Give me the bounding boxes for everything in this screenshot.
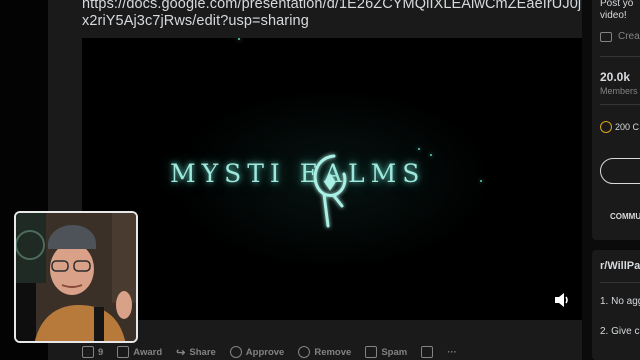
crescent-emblem-icon (313, 154, 347, 228)
post-action-bar: 9 Award ↪ Share Approve Remove Spam ··· (82, 344, 582, 360)
rules-title: r/WillPa (600, 260, 640, 272)
post-edit-icon (600, 31, 612, 42)
divider (600, 282, 640, 283)
comments-button[interactable]: 9 (82, 346, 103, 358)
ban-icon (298, 346, 311, 358)
create-post-link[interactable]: Crea (600, 31, 640, 42)
presenter-video-frame (16, 213, 136, 341)
coins-row[interactable]: 200 C (600, 121, 639, 133)
sidebar-post-text-line2: video! (600, 10, 627, 21)
members-label: Members (600, 86, 638, 96)
approve-button[interactable]: Approve (229, 346, 285, 358)
particle (430, 154, 432, 156)
post-link[interactable]: https://docs.google.com/presentation/d/1… (82, 0, 582, 30)
mod-shield-button[interactable] (421, 346, 434, 358)
check-circle-icon (229, 346, 242, 358)
share-button[interactable]: ↪ Share (176, 346, 216, 359)
coin-icon (600, 121, 612, 133)
particle (418, 148, 420, 150)
members-count: 20.0k (600, 70, 631, 84)
award-button[interactable]: Award (117, 346, 162, 358)
coins-label: 200 C (615, 122, 640, 132)
video-player[interactable]: MYSTI EALMS (82, 38, 582, 320)
create-post-button[interactable] (600, 158, 640, 184)
webcam-overlay (14, 211, 138, 343)
award-label: Award (133, 346, 163, 358)
divider (600, 56, 640, 57)
remove-button[interactable]: Remove (298, 346, 351, 358)
video-logo-text: MYSTI EALMS (170, 159, 426, 188)
spam-icon (365, 346, 378, 358)
share-label: Share (189, 346, 216, 358)
shield-icon (421, 346, 434, 358)
rule-2[interactable]: 2. Give c (600, 326, 639, 337)
approve-label: Approve (245, 346, 285, 358)
remove-label: Remove (314, 346, 352, 358)
more-options-button[interactable]: ··· (447, 347, 457, 358)
comment-icon (82, 346, 94, 358)
divider (600, 104, 640, 105)
spam-button[interactable]: Spam (365, 346, 407, 358)
spam-label: Spam (381, 346, 408, 358)
create-post-label: Crea (618, 31, 640, 42)
award-icon (117, 346, 130, 358)
share-icon: ↪ (176, 346, 186, 359)
rule-1[interactable]: 1. No agg (600, 296, 640, 307)
sidebar-post-text-line1: Post yo (600, 0, 634, 9)
more-icon: ··· (447, 346, 457, 358)
particle (238, 38, 240, 40)
particle (480, 180, 482, 182)
comments-count: 9 (98, 346, 104, 358)
community-options-label[interactable]: COMMU (610, 212, 640, 221)
speaker-icon[interactable] (554, 292, 572, 308)
